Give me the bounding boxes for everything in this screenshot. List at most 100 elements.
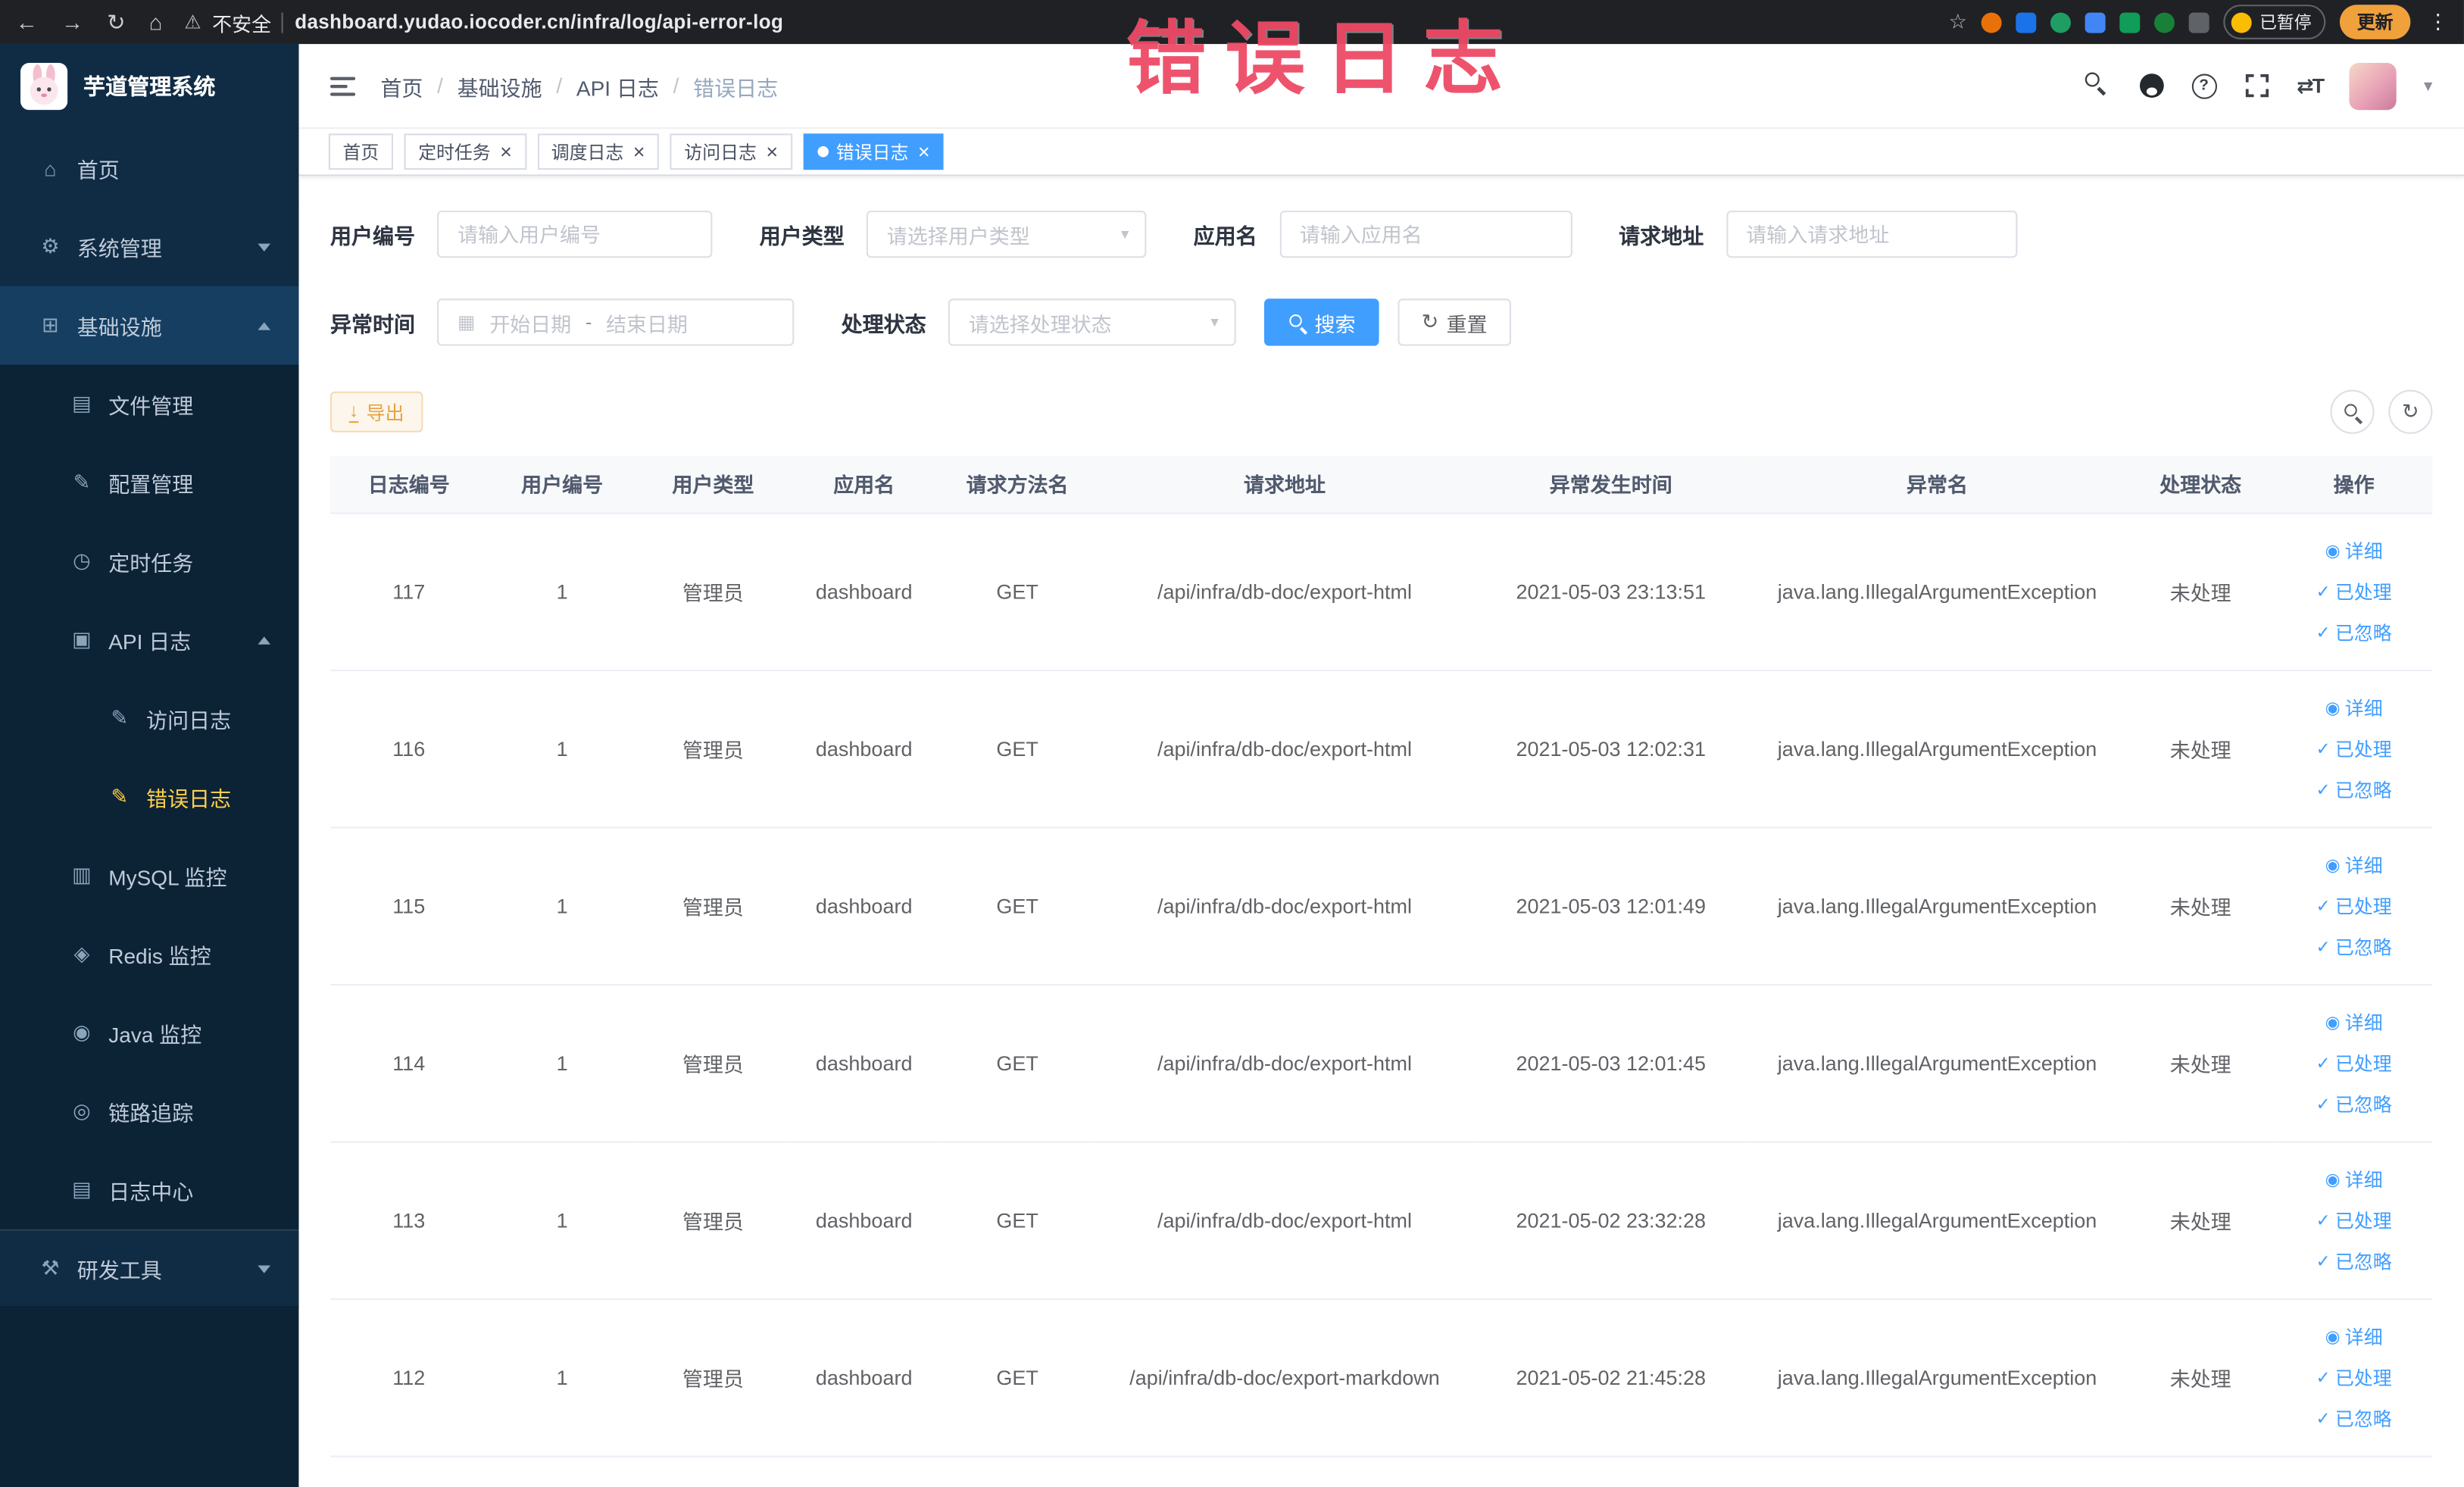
github-icon[interactable] <box>2138 72 2164 98</box>
main-content: 用户编号 用户类型 请选择用户类型 ▾ 应用名 请求地址 异常时间 ▦ 开始日期… <box>298 176 2464 1487</box>
avatar[interactable] <box>2350 61 2397 110</box>
font-size-icon[interactable]: ⇄T <box>2297 73 2325 98</box>
action-ignore-link[interactable]: ✓ 已忽略 <box>2316 1404 2392 1431</box>
browser-home-icon[interactable]: ⌂ <box>149 9 163 34</box>
export-button[interactable]: ↓ 导出 <box>329 391 423 433</box>
url-text[interactable]: dashboard.yudao.iocoder.cn/infra/log/api… <box>295 11 783 33</box>
extension-icon[interactable] <box>2016 11 2037 33</box>
refresh-button[interactable]: ↻ <box>2388 389 2433 434</box>
breadcrumb-item[interactable]: 首页 <box>380 70 423 102</box>
sidebar-item-访问日志[interactable]: ✎ 访问日志 <box>0 679 299 758</box>
action-processed-link[interactable]: ✓ 已处理 <box>2316 1207 2392 1233</box>
close-icon[interactable]: × <box>918 142 930 162</box>
action-ignore-link[interactable]: ✓ 已忽略 <box>2316 776 2392 802</box>
close-icon[interactable]: × <box>500 142 512 162</box>
app-logo[interactable]: 芋道管理系统 <box>0 44 299 130</box>
extension-icon[interactable] <box>2085 11 2106 33</box>
sidebar-item-API 日志[interactable]: ▣ API 日志 <box>0 600 299 679</box>
sidebar-item-MySQL 监控[interactable]: ▥ MySQL 监控 <box>0 836 299 915</box>
help-icon[interactable]: ? <box>2191 73 2217 98</box>
action-detail-link[interactable]: ◉ 详细 <box>2325 1323 2383 1349</box>
tag-访问日志[interactable]: 访问日志 × <box>670 133 792 170</box>
action-processed-link[interactable]: ✓ 已处理 <box>2316 1364 2392 1390</box>
warning-icon: ⚠ <box>184 11 201 33</box>
extension-icon[interactable] <box>2050 11 2071 33</box>
update-button[interactable]: 更新 <box>2339 5 2411 39</box>
exception-time-range[interactable]: ▦ 开始日期 - 结束日期 <box>437 298 795 346</box>
sidebar-item-日志中心[interactable]: ▤ 日志中心 <box>0 1150 299 1229</box>
action-processed-link[interactable]: ✓ 已处理 <box>2316 578 2392 604</box>
browser-menu-dots-icon[interactable]: ⋮ <box>2428 9 2448 34</box>
action-detail-link[interactable]: ◉ 详细 <box>2325 851 2383 878</box>
extension-icon[interactable] <box>2188 11 2209 33</box>
action-detail-link[interactable]: ◉ 详细 <box>2325 1008 2383 1035</box>
tag-定时任务[interactable]: 定时任务 × <box>404 133 526 170</box>
reset-button[interactable]: ↻ 重置 <box>1398 298 1511 346</box>
sidebar-item-Redis 监控[interactable]: ◈ Redis 监控 <box>0 914 299 994</box>
action-ignore-link[interactable]: ✓ 已忽略 <box>2316 933 2392 960</box>
request-url-input[interactable] <box>1725 211 2017 258</box>
close-icon[interactable]: × <box>766 142 778 162</box>
user-id-input[interactable] <box>437 211 713 258</box>
sidebar-item-基础设施[interactable]: ⊞ 基础设施 <box>0 286 299 365</box>
profile-paused-chip[interactable]: 已暂停 <box>2223 5 2326 39</box>
export-label: 导出 <box>366 401 404 424</box>
cell-time: 2021-05-03 12:01:49 <box>1473 826 1749 986</box>
column-header: 日志编号 <box>329 455 488 514</box>
error-log-icon: ✎ <box>111 784 129 808</box>
end-date-placeholder: 结束日期 <box>605 311 688 336</box>
sidebar-item-系统管理[interactable]: ⚙ 系统管理 <box>0 207 299 286</box>
sidebar-item-label: 系统管理 <box>77 237 162 261</box>
action-detail-link[interactable]: ◉ 详细 <box>2325 1166 2383 1192</box>
fullscreen-icon[interactable] <box>2244 72 2270 98</box>
action-label: 已忽略 <box>2334 779 2392 801</box>
cell-status: 未处理 <box>2125 1298 2275 1457</box>
action-detail-link[interactable]: ◉ 详细 <box>2325 537 2383 564</box>
action-ignore-link[interactable]: ✓ 已忽略 <box>2316 1248 2392 1274</box>
bookmark-star-icon[interactable]: ☆ <box>1949 9 1967 34</box>
exception-time-label: 异常时间 <box>329 312 416 337</box>
sidebar-item-首页[interactable]: ⌂ 首页 <box>0 129 299 208</box>
action-processed-link[interactable]: ✓ 已处理 <box>2316 892 2392 919</box>
sidebar-item-链路追踪[interactable]: ◎ 链路追踪 <box>0 1072 299 1151</box>
breadcrumb-item[interactable]: 基础设施 <box>458 70 542 102</box>
extension-icon[interactable] <box>2119 11 2141 33</box>
sidebar-item-配置管理[interactable]: ✎ 配置管理 <box>0 443 299 522</box>
search-toggle-button[interactable] <box>2330 389 2375 434</box>
sidebar-item-label: 基础设施 <box>77 316 162 340</box>
app-name-input[interactable] <box>1279 211 1572 258</box>
start-date-placeholder: 开始日期 <box>489 311 572 336</box>
chevron-down-icon[interactable]: ▾ <box>2424 76 2432 96</box>
check-icon: ✓ <box>2316 1409 2331 1429</box>
user-type-select[interactable]: 请选择用户类型 ▾ <box>866 211 1147 258</box>
security-label[interactable]: 不安全 <box>212 7 271 36</box>
address-bar[interactable]: ⚠ 不安全 dashboard.yudao.iocoder.cn/infra/l… <box>184 7 783 36</box>
extension-icon[interactable] <box>2153 11 2175 33</box>
infra-icon: ⊞ <box>42 312 59 337</box>
breadcrumb-item[interactable]: API 日志 <box>576 70 659 102</box>
sidebar-item-研发工具[interactable]: ⚒ 研发工具 <box>0 1229 299 1308</box>
hamburger-icon[interactable] <box>329 76 356 95</box>
back-icon[interactable]: ← <box>16 9 38 34</box>
forward-icon[interactable]: → <box>61 9 83 34</box>
action-processed-link[interactable]: ✓ 已处理 <box>2316 1049 2392 1076</box>
search-icon[interactable] <box>2084 72 2111 98</box>
tag-首页[interactable]: 首页 <box>328 133 393 170</box>
process-status-select[interactable]: 请选择处理状态 ▾ <box>948 298 1236 346</box>
sidebar-item-错误日志[interactable]: ✎ 错误日志 <box>0 758 299 836</box>
extension-icon[interactable] <box>1981 11 2002 33</box>
reload-icon[interactable]: ↻ <box>107 8 125 35</box>
sidebar-item-定时任务[interactable]: ◷ 定时任务 <box>0 521 299 601</box>
sidebar-menu: ⌂ 首页 ⚙ 系统管理 ⊞ 基础设施 ▤ 文件管理 ✎ 配置管理 ◷ 定时任务 ▣ API 日志 ✎ 访问日志… <box>0 129 299 1308</box>
action-ignore-link[interactable]: ✓ 已忽略 <box>2316 619 2392 645</box>
tag-调度日志[interactable]: 调度日志 × <box>537 133 660 170</box>
close-icon[interactable]: × <box>633 142 645 162</box>
search-button[interactable]: 搜索 <box>1264 298 1379 346</box>
action-processed-link[interactable]: ✓ 已处理 <box>2316 735 2392 761</box>
error-log-table: 日志编号 用户编号 用户类型 应用名 请求方法名 请求地址 异常发生时间 异常名 处理状态 操作 … <box>329 455 2433 1457</box>
action-ignore-link[interactable]: ✓ 已忽略 <box>2316 1090 2392 1117</box>
action-detail-link[interactable]: ◉ 详细 <box>2325 694 2383 720</box>
tag-错误日志[interactable]: 错误日志 × <box>803 133 945 170</box>
sidebar-item-文件管理[interactable]: ▤ 文件管理 <box>0 364 299 444</box>
sidebar-item-Java 监控[interactable]: ◉ Java 监控 <box>0 993 299 1073</box>
